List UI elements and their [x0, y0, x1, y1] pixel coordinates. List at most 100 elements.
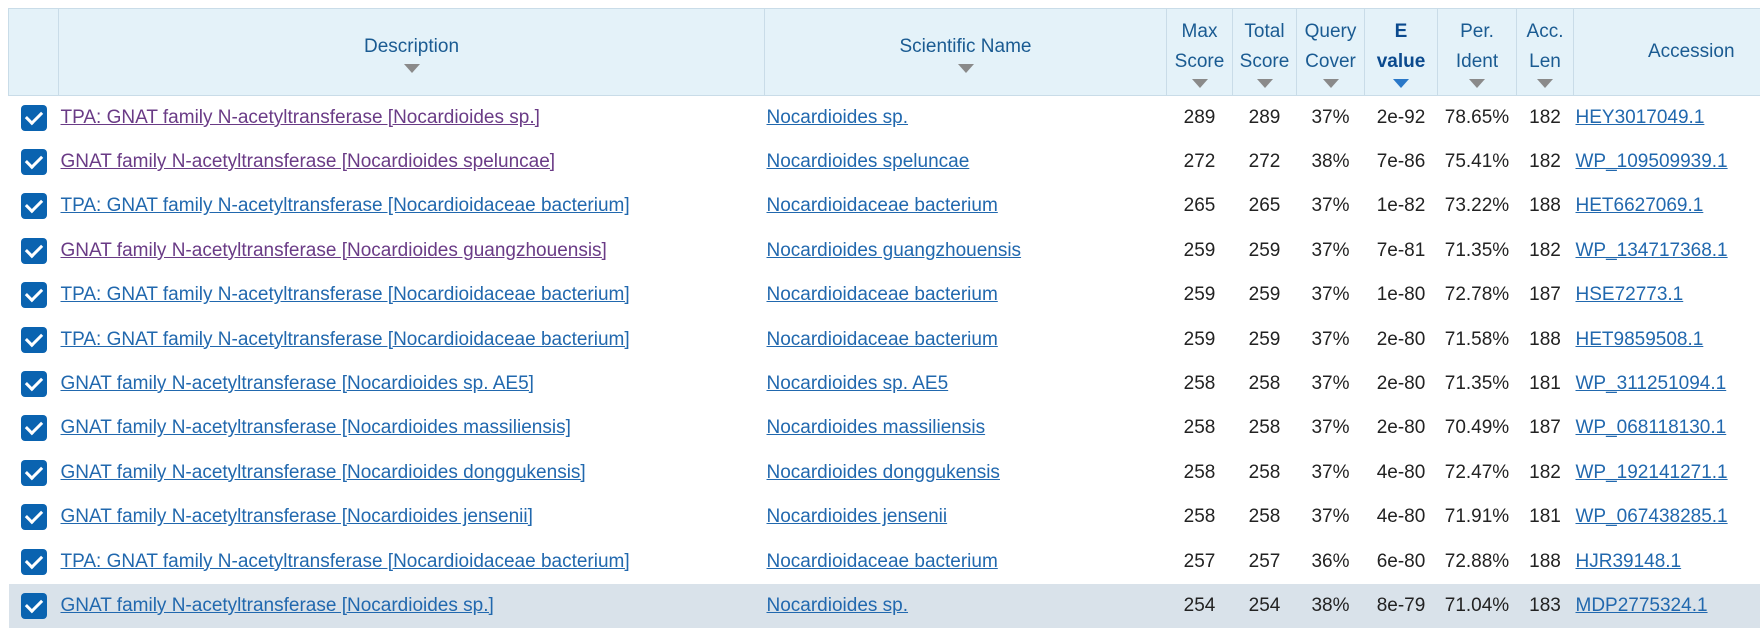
total-score-cell: 259	[1248, 284, 1281, 306]
acc-len-cell: 183	[1529, 594, 1561, 616]
scientific-name-cell: Nocardioides sp.	[765, 96, 1167, 140]
description-link[interactable]: TPA: GNAT family N-acetyltransferase [No…	[61, 329, 630, 350]
description-link[interactable]: GNAT family N-acetyltransferase [Nocardi…	[61, 240, 607, 261]
table-row[interactable]: TPA: GNAT family N-acetyltransferase [No…	[9, 273, 1760, 317]
column-header-e-value[interactable]: E value	[1364, 8, 1438, 96]
sort-arrow-icon[interactable]	[1256, 78, 1273, 88]
accession-link[interactable]: HEY3017049.1	[1576, 107, 1705, 128]
query-cover-cell: 37%	[1311, 106, 1350, 128]
description-link[interactable]: GNAT family N-acetyltransferase [Nocardi…	[61, 595, 494, 616]
description-link[interactable]: TPA: GNAT family N-acetyltransferase [No…	[61, 284, 630, 305]
column-header-accession[interactable]: Accession	[1573, 8, 1760, 96]
accession-cell: WP_192141271.1	[1574, 451, 1760, 495]
accession-link[interactable]: WP_311251094.1	[1576, 373, 1727, 394]
scientific-name-link[interactable]: Nocardioidaceae bacterium	[767, 195, 998, 216]
row-select-cell	[9, 451, 59, 495]
accession-link[interactable]: WP_068118130.1	[1576, 417, 1727, 438]
table-row[interactable]: GNAT family N-acetyltransferase [Nocardi…	[9, 451, 1760, 495]
sort-arrow-icon[interactable]	[1191, 78, 1208, 88]
table-header-row: Description Scientific Name Max Score To…	[8, 8, 1760, 96]
scientific-name-link[interactable]: Nocardioides jensenii	[767, 506, 948, 527]
row-checkbox[interactable]	[20, 104, 47, 131]
description-link[interactable]: TPA: GNAT family N-acetyltransferase [No…	[61, 195, 630, 216]
description-link[interactable]: TPA: GNAT family N-acetyltransferase [No…	[61, 107, 540, 128]
table-row[interactable]: TPA: GNAT family N-acetyltransferase [No…	[9, 96, 1760, 140]
table-row[interactable]: TPA: GNAT family N-acetyltransferase [No…	[9, 184, 1760, 228]
sort-arrow-icon[interactable]	[403, 63, 420, 73]
table-row[interactable]: GNAT family N-acetyltransferase [Nocardi…	[9, 406, 1760, 450]
accession-link[interactable]: HET9859508.1	[1576, 329, 1704, 350]
table-row[interactable]: GNAT family N-acetyltransferase [Nocardi…	[9, 229, 1760, 273]
column-header-description[interactable]: Description	[58, 8, 765, 96]
column-header-acc-len[interactable]: Acc. Len	[1516, 8, 1574, 96]
acc-len-cell: 187	[1529, 284, 1561, 306]
description-link[interactable]: GNAT family N-acetyltransferase [Nocardi…	[61, 462, 586, 483]
accession-link[interactable]: HJR39148.1	[1576, 551, 1682, 572]
max-score-cell: 258	[1183, 417, 1216, 439]
accession-cell: MDP2775324.1	[1574, 584, 1760, 628]
row-checkbox[interactable]	[20, 459, 47, 486]
accession-link[interactable]: HSE72773.1	[1576, 284, 1684, 305]
max-score-cell: 257	[1183, 550, 1216, 572]
table-row[interactable]: GNAT family N-acetyltransferase [Nocardi…	[9, 495, 1760, 539]
acc-len-cell: 187	[1529, 417, 1561, 439]
accession-link[interactable]: WP_109509939.1	[1576, 151, 1728, 172]
table-row[interactable]: GNAT family N-acetyltransferase [Nocardi…	[8, 583, 1760, 629]
scientific-name-link[interactable]: Nocardioides massiliensis	[767, 417, 986, 438]
table-row[interactable]: GNAT family N-acetyltransferase [Nocardi…	[9, 362, 1760, 406]
row-checkbox[interactable]	[20, 149, 47, 176]
table-row[interactable]: GNAT family N-acetyltransferase [Nocardi…	[9, 140, 1760, 184]
scientific-name-link[interactable]: Nocardioidaceae bacterium	[767, 551, 998, 572]
scientific-name-link[interactable]: Nocardioides sp.	[767, 107, 909, 128]
scientific-name-link[interactable]: Nocardioidaceae bacterium	[767, 284, 998, 305]
row-checkbox[interactable]	[20, 548, 47, 575]
sort-arrow-active-icon[interactable]	[1393, 78, 1409, 88]
accession-link[interactable]: HET6627069.1	[1576, 195, 1704, 216]
column-header-per-ident[interactable]: Per. Ident	[1437, 8, 1517, 96]
column-header-query-cover[interactable]: Query Cover	[1296, 8, 1365, 96]
row-checkbox[interactable]	[20, 237, 47, 264]
accession-link[interactable]: WP_134717368.1	[1576, 240, 1728, 261]
description-cell: TPA: GNAT family N-acetyltransferase [No…	[59, 96, 765, 140]
scientific-name-link[interactable]: Nocardioides guangzhouensis	[767, 240, 1022, 261]
column-header-total-score[interactable]: Total Score	[1232, 8, 1297, 96]
row-select-cell	[9, 317, 59, 361]
description-link[interactable]: GNAT family N-acetyltransferase [Nocardi…	[61, 417, 571, 438]
e-value-cell: 8e-79	[1376, 594, 1426, 616]
sort-arrow-icon[interactable]	[1469, 78, 1485, 88]
scientific-name-link[interactable]: Nocardioides sp. AE5	[767, 373, 949, 394]
description-link[interactable]: GNAT family N-acetyltransferase [Nocardi…	[61, 506, 533, 527]
query-cover-cell: 37%	[1311, 328, 1350, 350]
scientific-name-link[interactable]: Nocardioides sp.	[767, 595, 909, 616]
row-checkbox[interactable]	[20, 193, 47, 220]
row-checkbox[interactable]	[20, 371, 47, 398]
scientific-name-link[interactable]: Nocardioides donggukensis	[767, 462, 1000, 483]
row-checkbox[interactable]	[20, 504, 47, 531]
description-link[interactable]: TPA: GNAT family N-acetyltransferase [No…	[61, 551, 630, 572]
row-checkbox[interactable]	[20, 282, 47, 309]
description-link[interactable]: GNAT family N-acetyltransferase [Nocardi…	[61, 151, 556, 172]
max-score-cell: 272	[1183, 151, 1216, 173]
scientific-name-link[interactable]: Nocardioides speluncae	[767, 151, 970, 172]
table-row[interactable]: TPA: GNAT family N-acetyltransferase [No…	[9, 539, 1760, 583]
sort-arrow-icon[interactable]	[957, 63, 974, 73]
column-header-scientific-name[interactable]: Scientific Name	[764, 8, 1167, 96]
e-value-cell: 1e-82	[1376, 195, 1426, 217]
acc-len-cell: 188	[1529, 550, 1561, 572]
accession-link[interactable]: WP_192141271.1	[1576, 462, 1728, 483]
column-header-max-score[interactable]: Max Score	[1166, 8, 1233, 96]
row-checkbox[interactable]	[20, 326, 47, 353]
description-link[interactable]: GNAT family N-acetyltransferase [Nocardi…	[61, 373, 534, 394]
accession-link[interactable]: MDP2775324.1	[1576, 595, 1708, 616]
scientific-name-cell: Nocardioides sp. AE5	[765, 362, 1167, 406]
accession-cell: HEY3017049.1	[1574, 96, 1760, 140]
table-row[interactable]: TPA: GNAT family N-acetyltransferase [No…	[9, 317, 1760, 361]
sort-arrow-icon[interactable]	[1537, 78, 1553, 88]
sort-arrow-icon[interactable]	[1322, 78, 1339, 88]
row-checkbox[interactable]	[20, 592, 47, 619]
e-value-cell: 1e-80	[1376, 284, 1426, 306]
row-checkbox[interactable]	[20, 415, 47, 442]
scientific-name-link[interactable]: Nocardioidaceae bacterium	[767, 329, 998, 350]
e-value-cell: 2e-80	[1376, 373, 1426, 395]
accession-link[interactable]: WP_067438285.1	[1576, 506, 1728, 527]
